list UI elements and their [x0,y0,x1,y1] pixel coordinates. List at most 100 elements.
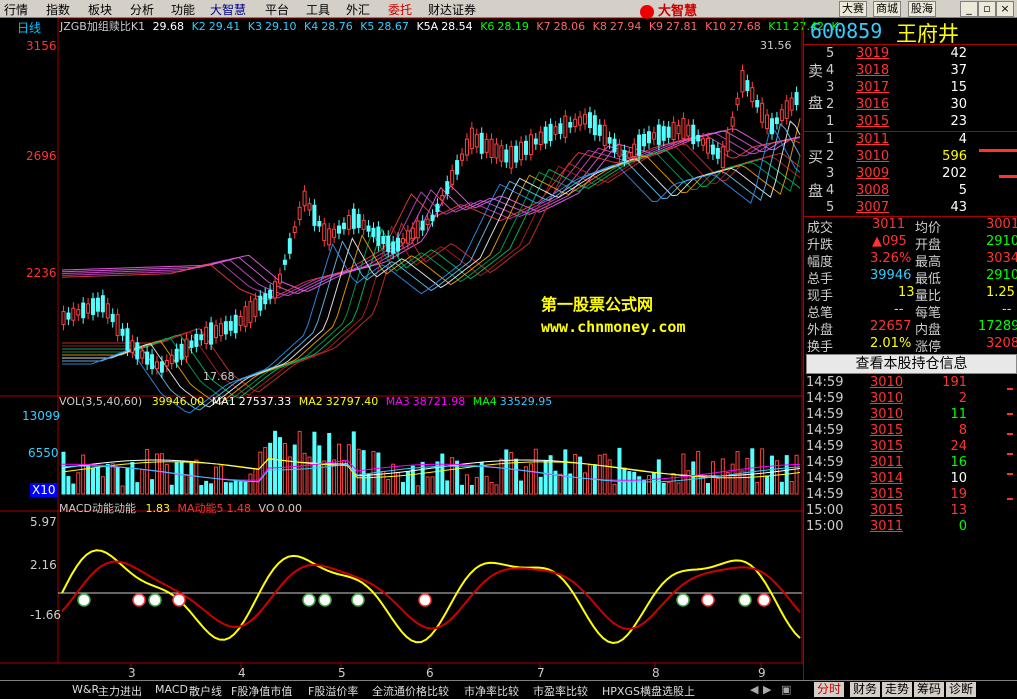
stock-code[interactable]: 600859 [810,19,882,43]
macd-ma-label: MA动能5 [177,502,224,515]
vol-axis-13099: 13099 [22,409,61,423]
price: 3017 [856,80,890,95]
holdings-info-button[interactable]: 查看本股持仓信息 [806,354,1017,374]
restore-icon[interactable]: ▫ [978,1,996,17]
price: 3015 [856,114,890,129]
menu-item-order[interactable]: 委托 [388,1,412,18]
volume: 43 [950,200,967,215]
price: 3018 [856,63,890,78]
k7-label: K7 [536,20,551,33]
tab-f-nav[interactable]: F股净值市值 [231,683,292,699]
menu-item-dzh[interactable]: 大智慧 [210,1,246,18]
menu-item-function[interactable]: 功能 [171,1,195,18]
level: 4 [826,63,835,78]
x-tick-5: 5 [338,666,346,680]
menu-item-sector[interactable]: 板块 [88,1,112,18]
tab-f-premium[interactable]: F股溢价率 [308,683,358,699]
k6-label: K6 [480,20,495,33]
macd-axis-2-16: 2.16 [30,558,57,572]
level: 5 [826,46,835,61]
vol-axis-6550: 6550 [28,446,59,460]
macd-value: 1.83 [145,502,170,515]
macd-vo-value: 0.00 [277,502,303,515]
contest-button[interactable]: 大赛 [839,1,867,17]
stock-title-bar: 600859 王府井 [804,18,1017,48]
k4-value: 28.76 [321,20,353,33]
kline-header: JZGB加组赎比K1 29.68 K2 29.41 K3 29.10 K4 28.76… [60,18,839,34]
x-axis-layer [130,663,762,668]
minimize-icon[interactable]: _ [960,1,978,17]
low-annotation: 17.68 [203,370,235,383]
tick-row: 14:59 3015 24 [806,439,967,454]
k5a-label: K5A [416,20,439,33]
sell-row-3[interactable]: 3 3017 15 [804,80,1017,97]
stock-name[interactable]: 王府井 [896,18,959,48]
scroll-right-icon[interactable]: ▶ [763,683,771,696]
sell-row-4[interactable]: 4 3018 37 [804,63,1017,80]
vol-ma2-label: MA2 [298,395,323,408]
chart-area[interactable]: 日线 JZGB加组赎比K1 29.68 K2 29.41 K3 29.10 K4 28… [0,18,839,680]
menu-item-analysis[interactable]: 分析 [130,1,154,18]
vol-ma3-label: MA3 [385,395,410,408]
macd-label: MACD动能动能 [59,502,136,515]
buy-row-5[interactable]: 5 3007 43 [804,200,1017,217]
tab-pe-compare[interactable]: 市盈率比较 [533,683,588,699]
menu-item-forex[interactable]: 外汇 [346,1,370,18]
sell-row-2[interactable]: 2 3016 30 [804,97,1017,114]
buy-row-3[interactable]: 3 3009 202 [804,166,1017,183]
sell-row-1[interactable]: 1 3015 23 [804,114,1017,131]
close-icon[interactable]: × [996,1,1014,17]
stock-sea-button[interactable]: 股海 [908,1,936,17]
volume: 4 [958,132,967,147]
tab-main-flow[interactable]: 主力进出 [98,683,142,699]
stats-row-4: 总手 39946 最低 2910 [807,268,1017,287]
tab-float-price-compare[interactable]: 全流通价格比较 [372,683,449,699]
tab-intraday[interactable]: 分时 [814,682,845,697]
menu-item-broker[interactable]: 财达证券 [428,1,476,18]
mall-button[interactable]: 商城 [873,1,901,17]
x-tick-7: 7 [537,666,545,680]
k10-value: 27.68 [729,20,761,33]
tab-trend[interactable]: 走势 [882,682,913,697]
stats-row-1: 成交 3011 均价 3001 [807,217,1017,236]
x-tick-9: 9 [758,666,766,680]
tab-wr[interactable]: W&R [72,683,99,696]
scroll-left-icon[interactable]: ◀ [750,683,758,696]
level: 1 [826,132,835,147]
x-tick-3: 3 [128,666,136,680]
tab-bar-menu-icon[interactable]: ▣ [781,683,791,696]
menu-item-platform[interactable]: 平台 [265,1,289,18]
tab-retail-line[interactable]: 散户线 [189,683,222,699]
period-label[interactable]: 日线 [17,19,41,36]
price: 3007 [856,200,890,215]
tab-diagnosis[interactable]: 诊断 [946,682,977,697]
tab-pb-compare[interactable]: 市净率比较 [464,683,519,699]
menu-item-index[interactable]: 指数 [46,1,70,18]
macd-vo-label: VO [258,502,275,515]
level: 3 [826,166,835,181]
stats-row-2: 升跌 ▲095 开盘 2910 [807,234,1017,253]
tab-hpxgs[interactable]: HPXGS横盘选股上 [602,683,695,699]
k2-label: K2 [191,20,206,33]
k4-label: K4 [304,20,319,33]
menu-item-quotes[interactable]: 行情 [4,1,28,18]
tab-macd[interactable]: MACD [155,683,188,696]
buy-row-1[interactable]: 1 3011 4 [804,132,1017,149]
k3-value: 29.10 [265,20,297,33]
stats-row-8: 换手 2.01% 涨停 3208 [807,336,1017,355]
tick-row: 14:59 3010 191 [806,375,967,390]
tab-finance[interactable]: 财务 [850,682,881,697]
volume-layer [61,430,801,495]
tick-row: 15:00 3015 13 [806,503,967,518]
vol-value: 39946.00 [151,395,205,408]
buy-row-4[interactable]: 4 3008 5 [804,183,1017,200]
tab-chips[interactable]: 筹码 [914,682,945,697]
volume: 23 [950,114,967,129]
sell-row-5[interactable]: 5 3019 42 [804,46,1017,63]
chart-svg[interactable] [0,18,803,680]
menu-item-tools[interactable]: 工具 [306,1,330,18]
price-axis-2696: 2696 [26,149,57,163]
tick-marker-column [1007,388,1013,500]
k8-value: 27.94 [609,20,642,33]
tick-row: 14:59 3011 16 [806,455,967,470]
